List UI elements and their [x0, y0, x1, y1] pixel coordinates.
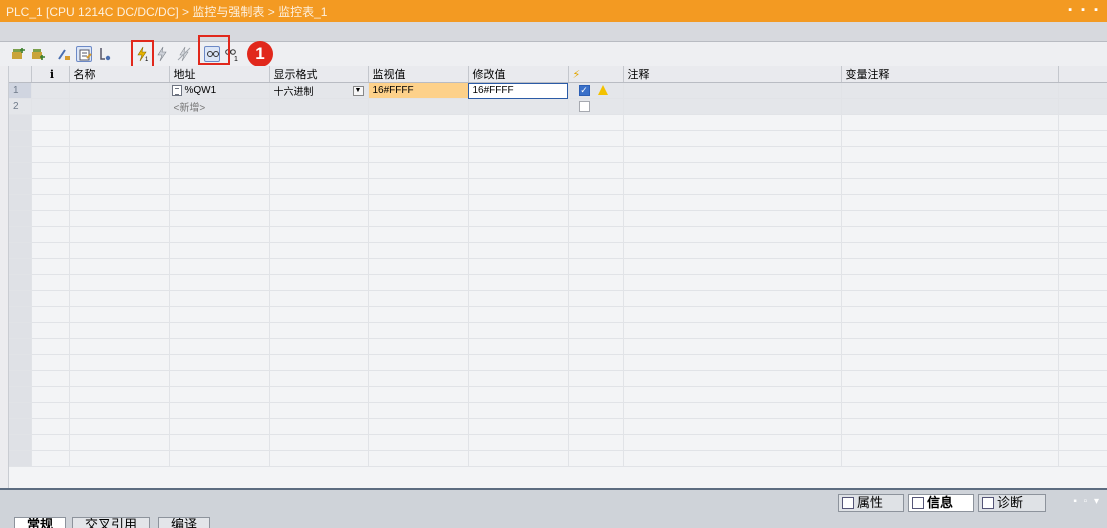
empty-row: [9, 370, 1107, 387]
name-cell[interactable]: [69, 98, 170, 115]
tab-general[interactable]: 常规: [14, 517, 67, 528]
monitor-value-cell: 16#FFFF: [368, 82, 469, 99]
empty-row: [9, 210, 1107, 227]
empty-row: [9, 354, 1107, 371]
format-cell[interactable]: [269, 98, 369, 115]
table-header-row: i 名称 地址 显示格式 监视值 修改值 ⚡ 注释 变量注释: [9, 66, 1107, 83]
table-row[interactable]: 1 %QW1 十六进制 ▼ 16#FFFF 16#FFFF ✓: [9, 82, 1107, 99]
empty-row: [9, 146, 1107, 163]
display-all-icon[interactable]: [76, 46, 92, 62]
modify-value-cell[interactable]: [468, 98, 569, 115]
empty-row: [9, 178, 1107, 195]
warning-icon: [597, 85, 608, 96]
empty-row: [9, 242, 1107, 259]
empty-row: [9, 226, 1107, 243]
watch-table-toolbar: 1 1: [0, 42, 1107, 66]
highlight-monitor-all: [198, 35, 230, 65]
empty-row: [9, 194, 1107, 211]
address-cell[interactable]: <新增>: [169, 98, 270, 115]
add-row-icon[interactable]: [30, 46, 46, 62]
col-info[interactable]: i: [31, 66, 70, 83]
editor-subbar: [0, 22, 1107, 42]
svg-text:1: 1: [234, 56, 238, 62]
row-number: 2: [9, 98, 32, 115]
tag-icon: [171, 84, 182, 96]
format-cell[interactable]: 十六进制 ▼: [269, 82, 369, 99]
col-var-comment[interactable]: 变量注释: [841, 66, 1059, 83]
col-comment[interactable]: 注释: [623, 66, 842, 83]
empty-row: [9, 290, 1107, 307]
empty-row: [9, 386, 1107, 403]
display-mods-icon[interactable]: [96, 46, 112, 62]
row-number: 1: [9, 82, 32, 99]
comment-cell[interactable]: [623, 98, 842, 115]
address-cell[interactable]: %QW1: [169, 82, 270, 99]
info-icon: [912, 497, 924, 509]
info-cell: [31, 98, 70, 115]
panel-controls-icon[interactable]: ▪ ▫ ▾: [1073, 496, 1101, 507]
table-row[interactable]: 2 <新增>: [9, 98, 1107, 115]
empty-row: [9, 322, 1107, 339]
col-filler: [1058, 66, 1107, 83]
checkbox-checked-icon[interactable]: ✓: [578, 84, 590, 96]
var-comment-cell[interactable]: [841, 82, 1059, 99]
empty-row: [9, 402, 1107, 419]
empty-row: [9, 114, 1107, 131]
new-row-placeholder[interactable]: <新增>: [174, 103, 206, 114]
name-cell[interactable]: [69, 82, 170, 99]
tab-compile[interactable]: 编译: [158, 517, 211, 528]
empty-row: [9, 434, 1107, 451]
empty-row: [9, 274, 1107, 291]
modify-value-input[interactable]: 16#FFFF: [468, 82, 569, 99]
enable-periphery-icon[interactable]: [176, 46, 192, 62]
modify-flag-cell[interactable]: ✓: [568, 82, 624, 99]
window-title: PLC_1 [CPU 1214C DC/DC/DC] > 监控与强制表 > 监控…: [6, 5, 328, 19]
comment-cell[interactable]: [623, 82, 842, 99]
col-address[interactable]: 地址: [169, 66, 270, 83]
col-name[interactable]: 名称: [69, 66, 170, 83]
col-rownum: [9, 66, 32, 83]
diagnostics-icon: [982, 497, 994, 509]
info-cell: [31, 82, 70, 99]
var-comment-cell[interactable]: [841, 98, 1059, 115]
empty-row: [9, 162, 1107, 179]
empty-row: [9, 338, 1107, 355]
col-modify-flag[interactable]: ⚡: [568, 66, 624, 83]
dropdown-arrow-icon[interactable]: ▼: [352, 86, 364, 96]
properties-icon: [842, 497, 854, 509]
window-controls[interactable]: ▪ ▪ ▪: [1068, 4, 1101, 16]
modify-trigger-icon[interactable]: [154, 46, 170, 62]
empty-row: [9, 258, 1107, 275]
tab-cross-reference[interactable]: 交叉引用: [72, 517, 151, 528]
inspector-bar: 属性 信息 诊断 ▪ ▫ ▾ 常规 交叉引用 编译: [0, 488, 1107, 528]
empty-row: [9, 450, 1107, 467]
tab-diagnostics[interactable]: 诊断: [978, 494, 1046, 512]
col-modify-value[interactable]: 修改值: [468, 66, 569, 83]
col-display-format[interactable]: 显示格式: [269, 66, 369, 83]
modify-flag-cell[interactable]: [568, 98, 624, 115]
watch-table: i 名称 地址 显示格式 监视值 修改值 ⚡ 注释 变量注释 1 %QW1 十六…: [8, 66, 1107, 488]
tab-properties[interactable]: 属性: [838, 494, 904, 512]
empty-row: [9, 418, 1107, 435]
empty-row: [9, 306, 1107, 323]
col-monitor-value[interactable]: 监视值: [368, 66, 469, 83]
lightning-icon: ⚡: [572, 68, 581, 81]
window-titlebar: PLC_1 [CPU 1214C DC/DC/DC] > 监控与强制表 > 监控…: [0, 0, 1107, 22]
checkbox-empty-icon[interactable]: [578, 100, 590, 112]
tab-info[interactable]: 信息: [908, 494, 974, 512]
insert-row-icon[interactable]: [10, 46, 26, 62]
empty-row: [9, 130, 1107, 147]
update-icon[interactable]: [56, 46, 72, 62]
callout-1: 1: [247, 41, 273, 67]
monitor-value-cell: [368, 98, 469, 115]
